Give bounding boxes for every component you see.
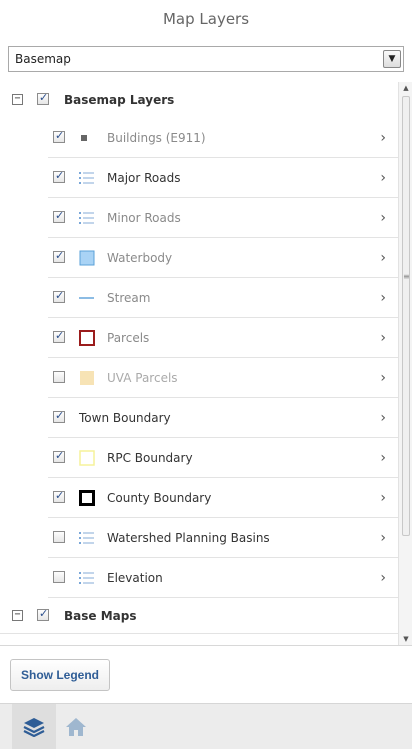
- layer-checkbox[interactable]: [53, 329, 65, 343]
- layer-row-county-boundary[interactable]: County Boundary ›: [0, 478, 398, 518]
- tan-fill-square-icon: [79, 358, 95, 398]
- list-icon: [79, 158, 95, 198]
- layers-icon: [23, 718, 45, 737]
- chevron-right-icon[interactable]: ›: [380, 478, 386, 518]
- layer-row-watershed[interactable]: Watershed Planning Basins ›: [0, 518, 398, 558]
- layer-row-parcels[interactable]: Parcels ›: [0, 318, 398, 358]
- basemap-select-value: Basemap: [15, 52, 71, 66]
- layer-row-major-roads[interactable]: Major Roads ›: [0, 158, 398, 198]
- panel-title: Map Layers: [162, 10, 250, 28]
- group-checkbox[interactable]: [37, 91, 49, 105]
- layer-row-minor-roads[interactable]: Minor Roads ›: [0, 198, 398, 238]
- layer-checkbox[interactable]: [53, 249, 65, 263]
- layer-row-stream[interactable]: Stream ›: [0, 278, 398, 318]
- small-square-icon: [79, 118, 89, 158]
- chevron-right-icon[interactable]: ›: [380, 318, 386, 358]
- scroll-down-icon[interactable]: ▼: [399, 633, 412, 645]
- bottom-tab-bar: [0, 703, 412, 749]
- layer-label: Minor Roads: [107, 211, 181, 225]
- chevron-right-icon[interactable]: ›: [380, 438, 386, 478]
- chevron-right-icon[interactable]: ›: [380, 118, 386, 158]
- layer-label: Waterbody: [107, 251, 173, 265]
- red-outline-square-icon: [79, 318, 95, 358]
- blue-line-icon: [79, 278, 95, 318]
- black-outline-square-icon: [79, 478, 95, 518]
- chevron-right-icon[interactable]: ›: [380, 278, 386, 318]
- collapse-icon[interactable]: −: [12, 94, 23, 105]
- layer-label: Watershed Planning Basins: [107, 531, 270, 545]
- home-icon: [66, 718, 86, 736]
- layer-label: County Boundary: [107, 491, 212, 505]
- layer-label: Parcels: [107, 331, 150, 345]
- scroll-grip-icon: ≡: [403, 272, 410, 281]
- group-base-maps[interactable]: − Base Maps: [0, 598, 398, 634]
- yellow-outline-square-icon: [79, 438, 95, 478]
- layer-checkbox[interactable]: [53, 371, 65, 383]
- layer-label: Buildings (E911): [107, 131, 206, 145]
- dropdown-arrow-icon[interactable]: ▼: [383, 50, 401, 68]
- chevron-right-icon[interactable]: ›: [380, 398, 386, 438]
- list-icon: [79, 558, 95, 598]
- blue-fill-square-icon: [79, 238, 95, 278]
- layer-checkbox[interactable]: [53, 289, 65, 303]
- layer-row-elevation[interactable]: Elevation ›: [0, 558, 398, 598]
- layer-label: UVA Parcels: [107, 371, 178, 385]
- layer-row-partial[interactable]: [0, 634, 398, 645]
- tab-layers[interactable]: [12, 704, 56, 749]
- chevron-right-icon[interactable]: ›: [380, 158, 386, 198]
- layer-checkbox[interactable]: [53, 489, 65, 503]
- collapse-icon[interactable]: −: [12, 610, 23, 621]
- layer-checkbox[interactable]: [53, 531, 65, 543]
- layer-checkbox[interactable]: [53, 409, 65, 423]
- chevron-right-icon[interactable]: ›: [380, 358, 386, 398]
- layer-checkbox[interactable]: [53, 209, 65, 223]
- layer-list-scrollbar[interactable]: ▲ ≡ ▼: [398, 82, 412, 645]
- layer-row-buildings[interactable]: Buildings (E911) ›: [0, 118, 398, 158]
- group-basemap-layers[interactable]: − Basemap Layers: [0, 82, 398, 118]
- chevron-right-icon[interactable]: ›: [380, 518, 386, 558]
- group-label: Basemap Layers: [64, 93, 175, 107]
- layer-checkbox[interactable]: [53, 129, 65, 143]
- layer-checkbox[interactable]: [53, 449, 65, 463]
- layer-checkbox[interactable]: [53, 169, 65, 183]
- layer-row-rpc-boundary[interactable]: RPC Boundary ›: [0, 438, 398, 478]
- footer-divider: [0, 645, 412, 646]
- show-legend-button[interactable]: Show Legend: [10, 659, 110, 691]
- layer-row-waterbody[interactable]: Waterbody ›: [0, 238, 398, 278]
- layer-row-town-boundary[interactable]: Town Boundary ›: [0, 398, 398, 438]
- tab-home[interactable]: [54, 704, 98, 749]
- scroll-thumb[interactable]: [402, 96, 410, 536]
- layer-label: Stream: [107, 291, 151, 305]
- chevron-right-icon[interactable]: ›: [380, 238, 386, 278]
- layer-checkbox[interactable]: [53, 571, 65, 583]
- layer-label: Major Roads: [107, 171, 181, 185]
- layer-label: Elevation: [107, 571, 163, 585]
- group-checkbox[interactable]: [37, 607, 49, 621]
- scroll-up-icon[interactable]: ▲: [399, 82, 412, 94]
- layer-tree: − Basemap Layers Buildings (E911) › Majo…: [0, 82, 398, 645]
- chevron-right-icon[interactable]: ›: [380, 198, 386, 238]
- list-icon: [79, 198, 95, 238]
- basemap-select[interactable]: Basemap ▼: [8, 46, 404, 72]
- layer-label: RPC Boundary: [107, 451, 193, 465]
- layer-label: Town Boundary: [79, 411, 171, 425]
- list-icon: [79, 518, 95, 558]
- layer-row-uva-parcels[interactable]: UVA Parcels ›: [0, 358, 398, 398]
- chevron-right-icon[interactable]: ›: [380, 558, 386, 598]
- group-label: Base Maps: [64, 609, 137, 623]
